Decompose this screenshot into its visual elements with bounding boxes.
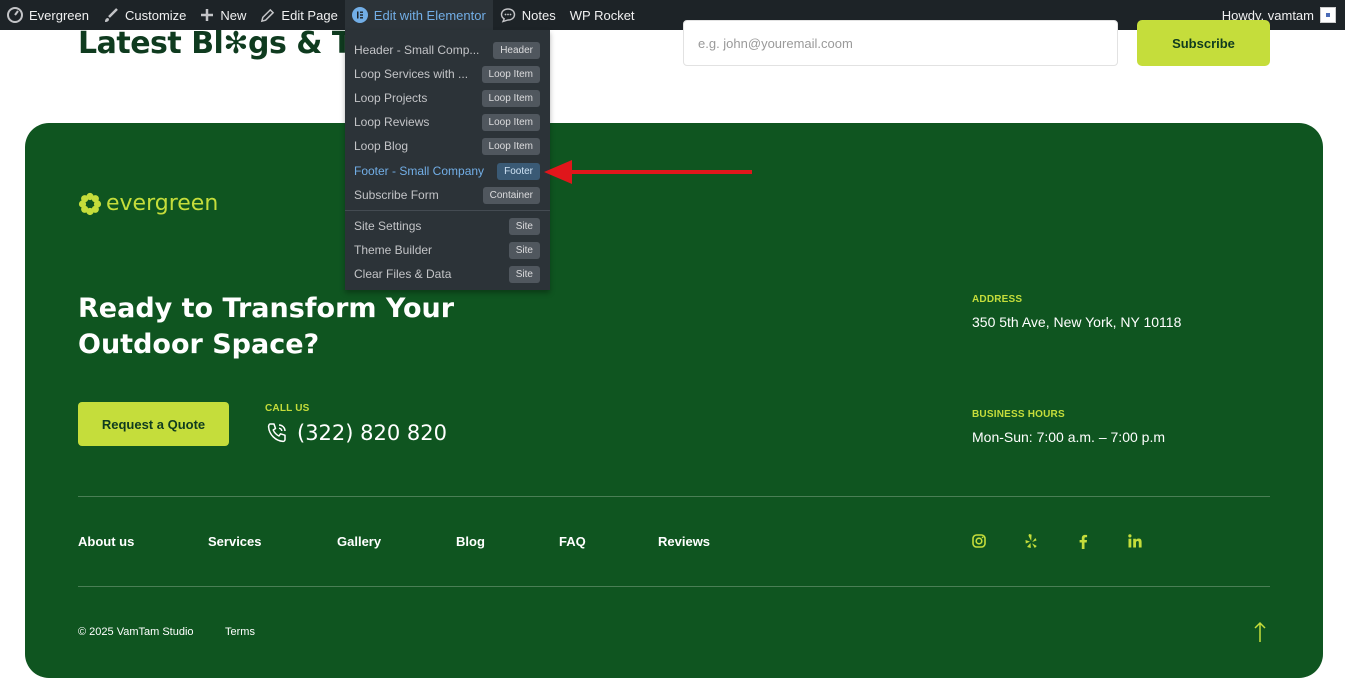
footer-nav-about[interactable]: About us [78,534,134,549]
address-label: ADDRESS [972,294,1023,305]
edit-with-elementor-label: Edit with Elementor [373,7,486,23]
site-footer: evergreen Ready to Transform Your Outdoo… [25,123,1323,678]
subscribe-button[interactable]: Subscribe [1137,20,1270,66]
dropdown-item-label: Clear Files & Data [354,267,452,281]
customize-label: Customize [124,7,187,23]
dropdown-item-loop-projects[interactable]: Loop Projects Loop Item [345,86,550,110]
flower-logo-icon [78,192,102,215]
annotation-arrow-icon [544,160,752,184]
phone-icon [267,423,286,443]
linkedin-icon[interactable] [1127,533,1143,549]
notes-label: Notes [521,7,556,23]
dropdown-item-label: Loop Services with ... [354,67,469,81]
dropdown-item-badge: Loop Item [481,113,540,131]
dashboard-icon [7,7,23,23]
speech-bubble-icon [500,8,515,23]
pencil-icon [261,8,275,22]
business-hours-label: BUSINESS HOURS [972,409,1065,420]
divider [78,586,1270,587]
copyright-text: © 2025 VamTam Studio [78,626,194,638]
dropdown-item-badge: Site [508,265,540,283]
dropdown-item-label: Loop Reviews [354,115,430,129]
instagram-icon[interactable] [971,533,987,549]
footer-nav-faq[interactable]: FAQ [559,534,586,549]
yelp-icon[interactable] [1023,533,1039,549]
call-us-label: CALL US [265,403,310,414]
dropdown-item-label: Footer - Small Company [354,164,485,178]
brush-icon [104,8,118,22]
elementor-icon [351,7,368,23]
dropdown-item-badge: Loop Item [481,89,540,107]
plus-icon [201,9,214,21]
dropdown-item-theme-builder[interactable]: Theme Builder Site [345,238,550,262]
dropdown-item-label: Loop Projects [354,91,428,105]
dropdown-item-loop-services[interactable]: Loop Services with ... Loop Item [345,62,550,86]
back-to-top-button[interactable] [1252,621,1268,648]
dropdown-item-label: Site Settings [354,219,422,233]
dropdown-item-label: Loop Blog [354,139,409,153]
dropdown-separator [345,210,550,211]
facebook-icon[interactable] [1075,533,1091,549]
dropdown-item-site-settings[interactable]: Site Settings Site [345,214,550,238]
footer-nav-blog[interactable]: Blog [456,534,485,549]
site-name-label: Evergreen [29,7,89,23]
footer-nav-reviews[interactable]: Reviews [658,534,710,549]
dropdown-item-badge: Header [493,41,540,59]
terms-link[interactable]: Terms [225,626,255,638]
dropdown-item-badge: Loop Item [481,65,540,83]
dropdown-item-badge: Container [482,186,540,204]
dropdown-item-subscribe-form[interactable]: Subscribe Form Container [345,183,550,207]
footer-logo[interactable]: evergreen [78,191,218,216]
dropdown-item-badge: Site [508,217,540,235]
subscribe-email-input[interactable] [683,20,1118,66]
business-hours-value: Mon-Sun: 7:00 a.m. – 7:00 p.m [972,429,1165,445]
notes-link[interactable]: Notes [493,0,563,30]
dropdown-item-loop-blog[interactable]: Loop Blog Loop Item [345,134,550,158]
elementor-dropdown-menu: Header - Small Comp... Header Loop Servi… [345,30,550,290]
arrow-up-icon [1254,621,1266,642]
dropdown-item-clear-files[interactable]: Clear Files & Data Site [345,262,550,286]
wp-rocket-label: WP Rocket [569,7,635,23]
dropdown-item-badge: Loop Item [481,137,540,155]
cta-heading: Ready to Transform Your Outdoor Space? [78,293,455,360]
dropdown-item-label: Subscribe Form [354,188,439,202]
dropdown-item-footer[interactable]: Footer - Small Company Footer [345,159,550,183]
dropdown-item-badge: Footer [497,162,540,180]
divider [78,496,1270,497]
request-quote-button[interactable]: Request a Quote [78,402,229,446]
avatar [1320,7,1336,23]
dropdown-item-badge: Site [508,241,540,259]
dropdown-item-label: Header - Small Comp... [354,43,480,57]
address-value: 350 5th Ave, New York, NY 10118 [972,314,1182,330]
footer-nav-gallery[interactable]: Gallery [337,534,381,549]
phone-number: (322) 820 820 [297,421,447,445]
logo-text: evergreen [106,191,219,216]
phone-link[interactable]: (322) 820 820 [265,421,447,445]
footer-nav-services[interactable]: Services [208,534,262,549]
dropdown-item-label: Theme Builder [354,243,433,257]
wp-rocket-link[interactable]: WP Rocket [563,0,642,30]
dropdown-item-header[interactable]: Header - Small Comp... Header [345,38,550,62]
dropdown-item-loop-reviews[interactable]: Loop Reviews Loop Item [345,110,550,134]
edit-page-label: Edit Page [281,7,338,23]
new-label: New [220,7,247,23]
